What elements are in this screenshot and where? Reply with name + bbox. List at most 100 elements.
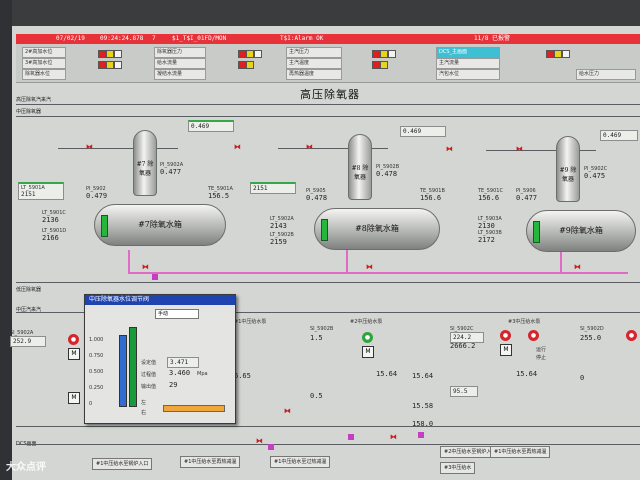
control-valve-icon[interactable]: ⧓ [366, 264, 374, 271]
pressure-readout[interactable]: 0.469 [188, 120, 234, 132]
alarm-bar[interactable]: 07/02/19 09:24:24.878 7 $1_T$I_01FD/MON … [16, 34, 640, 44]
nav-steam-inlet[interactable]: 高压除氧汽来汽 [16, 96, 51, 104]
control-valve-icon[interactable]: ⧓ [446, 146, 454, 153]
control-valve-icon[interactable]: ⧓ [86, 144, 94, 151]
deaerator-tank-8[interactable]: #8除氧水箱 [314, 208, 440, 250]
control-valve-icon[interactable]: ⧓ [574, 264, 582, 271]
pressure-readout[interactable]: 0.469 [600, 130, 638, 141]
pump-value: 158.0 [412, 420, 434, 428]
control-valve-icon[interactable]: ⧓ [284, 408, 292, 415]
top-cell[interactable]: 除氧器水位 [22, 69, 66, 80]
status-led-white [114, 61, 122, 69]
faceplate-title: 中压除氧器水位调节阀 [85, 295, 235, 305]
control-valve-icon[interactable]: ⧓ [390, 434, 398, 441]
top-cell[interactable]: 再热器温度 [286, 69, 342, 80]
scale-label: 0.500 [89, 369, 104, 375]
pump-motor-icon[interactable]: ● [626, 330, 637, 341]
control-valve-icon[interactable]: ⧓ [516, 146, 524, 153]
temperature-value: 156.5 [208, 192, 230, 200]
valve-tag-icon[interactable] [152, 274, 158, 280]
level-gauge-icon [321, 219, 328, 241]
pressure-readout[interactable]: 0.469 [400, 126, 446, 137]
pump-motor-icon[interactable]: ● [68, 334, 79, 345]
tank-label: #7除氧水箱 [138, 220, 182, 229]
valve-tag-icon[interactable] [418, 432, 424, 438]
status-led-white [114, 50, 122, 58]
motor-box-icon[interactable]: M [68, 392, 80, 404]
dcs-link[interactable]: DCS_主画面 [436, 47, 500, 58]
alarm-count: 11/8 已报警 [474, 35, 511, 42]
output-slider[interactable] [163, 405, 225, 412]
pump-readout[interactable]: 95.5 [450, 386, 478, 397]
status-led-red [238, 50, 246, 58]
pump-current-value: 15.64 [412, 372, 434, 380]
status-led-yellow [106, 50, 114, 58]
control-valve-icon[interactable]: ⧓ [306, 144, 314, 151]
valve-tag-icon[interactable] [348, 434, 354, 440]
bottom-nav-button[interactable]: #3中压给水 [440, 462, 476, 474]
level-value: 2172 [478, 236, 495, 244]
top-cell[interactable]: 3#高加水位 [22, 58, 66, 69]
deaerator-tank-9[interactable]: #9除氧水箱 [526, 210, 636, 252]
top-cell[interactable]: 主汽流量 [436, 58, 500, 69]
deaerator-tower-8[interactable]: #8 除氧器 [348, 134, 372, 200]
outlet-header-pipe [16, 282, 640, 283]
pressure-value: 0.479 [86, 192, 108, 200]
pressure-value: 0.477 [516, 194, 538, 202]
deaerator-tower-label: #8 除氧器 [351, 165, 369, 181]
drain-pipe [560, 250, 562, 274]
alarm-seq: 7 [152, 35, 156, 42]
right-label: 右 [141, 410, 147, 416]
pump-motor-icon[interactable]: ● [528, 330, 539, 341]
deaerator-tank-7[interactable]: #7除氧水箱 [94, 204, 226, 246]
level-value: 2130 [478, 222, 495, 230]
deaerator-tower-label: #7 除氧器 [136, 161, 154, 177]
top-cell[interactable]: 2#高加水位 [22, 47, 66, 58]
pump-motor-icon[interactable]: ● [500, 330, 511, 341]
nav-low-deaerator[interactable]: 低压除氧器 [16, 286, 41, 294]
pump-value: 15.58 [412, 402, 434, 410]
motor-box-icon[interactable]: M [500, 344, 512, 356]
controller-faceplate[interactable]: 中压除氧器水位调节阀 手动 1.000 0.750 0.500 0.250 0 … [84, 294, 236, 424]
level-value: 2136 [42, 216, 59, 224]
valve-tag-icon[interactable] [268, 444, 274, 450]
pump-motor-icon[interactable]: ● [362, 332, 373, 343]
control-valve-icon[interactable]: ⧓ [234, 144, 242, 151]
monitor-bezel-top [0, 0, 640, 26]
mode-select[interactable]: 手动 [155, 309, 199, 319]
status-led-yellow [246, 50, 254, 58]
level-readout[interactable]: 2151 [250, 182, 296, 194]
level-readout[interactable]: LT_5901A 2151 [18, 182, 64, 200]
top-cell[interactable]: 给水流量 [154, 58, 206, 69]
top-cell[interactable]: 除氧器压力 [154, 47, 206, 58]
drain-pipe [346, 250, 348, 274]
top-cell[interactable]: 给水压力 [576, 69, 636, 80]
top-cell[interactable]: 主汽温度 [286, 58, 342, 69]
control-valve-icon[interactable]: ⧓ [256, 438, 264, 445]
control-valve-icon[interactable]: ⧓ [142, 264, 150, 271]
pv-value: 3.460 [169, 369, 191, 377]
pump-flow-readout[interactable]: 252.9 [10, 336, 46, 347]
deaerator-tower-7[interactable]: #7 除氧器 [133, 130, 157, 196]
motor-box-icon[interactable]: M [68, 348, 80, 360]
status-led-red [372, 61, 380, 69]
steam-branch-pipe [58, 148, 178, 149]
bottom-nav-button[interactable]: #1中压给水至过热减温 [270, 456, 331, 468]
motor-box-icon[interactable]: M [362, 346, 374, 358]
nav-mid-deaerator[interactable]: 中压除氧器 [16, 108, 41, 116]
deaerator-tower-9[interactable]: #9 除氧器 [556, 136, 580, 202]
pump-current-value: 0 [580, 374, 585, 382]
setpoint-value[interactable]: 3.471 [167, 357, 199, 368]
pressure-value: 0.477 [160, 168, 182, 176]
top-cell[interactable]: 主汽压力 [286, 47, 342, 58]
top-cell[interactable]: 凝结水流量 [154, 69, 206, 80]
bottom-header-pipe [16, 444, 640, 445]
status-led-yellow [106, 61, 114, 69]
scale-label: 0 [89, 401, 93, 407]
bottom-nav-button[interactable]: #1中压给水至再热减温 [180, 456, 241, 468]
bottom-nav-button[interactable]: #1中压给水至再热减温 [490, 446, 551, 458]
process-bar [129, 327, 137, 407]
bottom-nav-button[interactable]: #1中压给水至锅炉入口 [92, 458, 153, 470]
top-cell[interactable]: 汽包水位 [436, 69, 500, 80]
steam-header-pipe [16, 116, 640, 117]
